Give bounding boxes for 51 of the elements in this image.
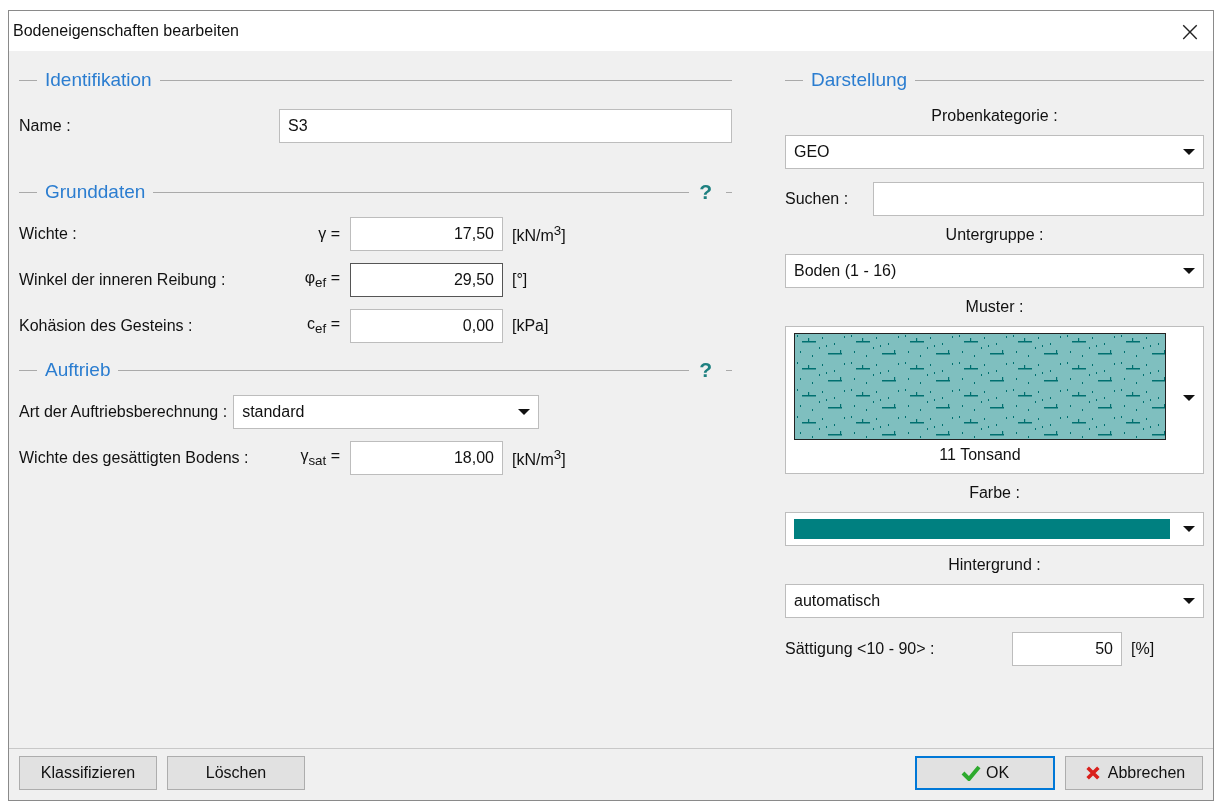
field-label: Wichte des gesättigten Bodens :: [19, 449, 250, 467]
color-dropdown[interactable]: [785, 512, 1204, 546]
unit-label: [kN/m$^{3}$]: [512, 446, 566, 470]
symbol-label: φ$_{ef}$ =: [303, 269, 341, 291]
saturation-field[interactable]: 50: [1012, 632, 1122, 666]
field-label: Muster :: [965, 298, 1024, 315]
field-label: Kohäsion des Gesteins :: [19, 317, 194, 335]
pattern-caption: 11 Tonsand: [939, 446, 1021, 464]
section-title: Darstellung: [811, 69, 908, 91]
field-label: Probenkategorie :: [931, 107, 1058, 124]
unit-label: [%]: [1131, 640, 1155, 658]
field-label: Sättigung <10 - 90> :: [785, 640, 936, 658]
help-icon[interactable]: ?: [699, 180, 712, 204]
close-button[interactable]: ×: [1167, 11, 1213, 51]
field-label: Art der Auftriebsberechnung :: [19, 403, 228, 421]
background-dropdown[interactable]: automatisch: [785, 584, 1204, 618]
window-title: Bodeneigenschaften bearbeiten: [13, 22, 239, 40]
number-field[interactable]: 17,50: [350, 217, 503, 251]
caret-icon: [1183, 395, 1195, 401]
field-label: Farbe :: [969, 484, 1020, 501]
check-icon: [960, 765, 981, 781]
category-dropdown[interactable]: GEO: [785, 135, 1204, 169]
search-field[interactable]: [873, 182, 1204, 216]
help-icon[interactable]: ?: [699, 358, 712, 382]
symbol-label: γ =: [317, 225, 341, 243]
action-button[interactable]: Löschen: [167, 756, 305, 790]
unit-label: [kPa]: [512, 317, 549, 335]
caret-icon: [1183, 526, 1195, 532]
pattern-dropdown[interactable]: 11 Tonsand: [785, 326, 1204, 474]
action-button[interactable]: Klassifizieren: [19, 756, 157, 790]
symbol-label: γ$_{sat}$ =: [299, 447, 341, 469]
section-title: Auftrieb: [45, 359, 111, 381]
unit-label: [kN/m$^{3}$]: [512, 222, 566, 246]
field-label: Wichte :: [19, 225, 78, 243]
field-label: Hintergrund :: [948, 556, 1041, 573]
section-title: Grunddaten: [45, 181, 146, 203]
ok-button[interactable]: OK: [915, 756, 1055, 790]
cancel-button[interactable]: Abbrechen: [1065, 756, 1203, 790]
field-label: Untergruppe :: [945, 226, 1044, 243]
number-field[interactable]: 18,00: [350, 441, 503, 475]
section-title: Identifikation: [45, 69, 152, 91]
field-label: Suchen :: [785, 190, 849, 208]
number-field[interactable]: 0,00: [350, 309, 503, 343]
unit-label: [°]: [512, 271, 528, 289]
symbol-label: c$_{ef}$ =: [306, 315, 341, 337]
field-label: Name :: [19, 117, 72, 135]
number-field[interactable]: 29,50: [350, 263, 503, 297]
field-label: Winkel der inneren Reibung :: [19, 271, 227, 289]
buoyancy-dropdown[interactable]: standard: [233, 395, 540, 429]
subgroup-dropdown[interactable]: Boden (1 - 16): [785, 254, 1204, 288]
name-field[interactable]: S3: [279, 109, 732, 143]
